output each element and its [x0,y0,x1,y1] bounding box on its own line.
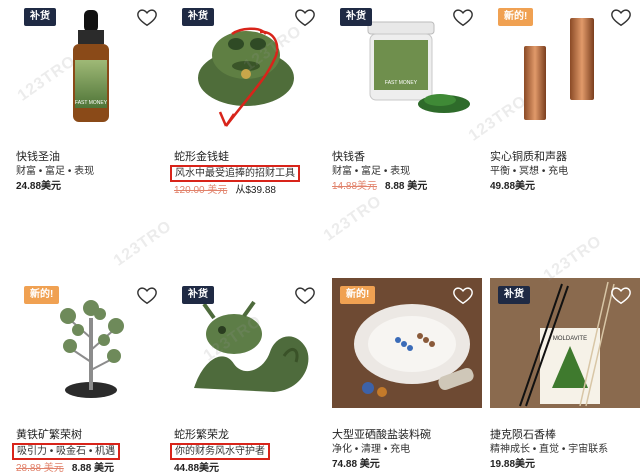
product-name[interactable]: 黄铁矿繁荣树 [16,428,166,442]
restock-badge: 补货 [24,8,56,26]
product-price: 49.88美元 [490,180,640,193]
product-image[interactable]: MOLDAVITE 补货 [490,278,640,408]
product-tags: 精神成长 • 直觉 • 宇宙联系 [490,444,609,455]
heart-icon[interactable] [136,284,158,306]
product-price: 14.88美元 8.88 美元 [332,180,482,193]
product-name[interactable]: 实心铜质和声器 [490,150,640,164]
heart-icon[interactable] [452,284,474,306]
product-card-fast-money-incense[interactable]: FAST MONEY 补货 快钱香 财富 • 富足 • 表现 14.88美元 8.… [332,0,482,193]
current-price: 19.88美元 [490,459,536,470]
product-name[interactable]: 捷克陨石香棒 [490,428,640,442]
product-tags: 你的财务风水守护者 [170,443,324,460]
original-price: 28.88 美元 [16,463,64,474]
product-image[interactable]: FAST MONEY 补货 [16,0,166,130]
heart-icon[interactable] [610,284,632,306]
watermark: 123TRO [320,192,386,245]
heart-icon[interactable] [610,6,632,28]
product-card-money-frog[interactable]: 补货 蛇形金钱蛙 风水中最受追捧的招财工具 120.00 美元 从$39.88 [170,0,324,197]
product-image[interactable]: 新的! [332,278,482,408]
product-price: 74.88 美元 [332,458,482,471]
current-price: 44.88美元 [174,463,220,474]
product-image[interactable]: 补货 [174,0,324,130]
product-tags: 财富 • 富足 • 表现 [332,166,411,177]
product-card-moldavite-incense[interactable]: MOLDAVITE 补货 捷克陨石香棒 精神成长 • 直觉 • 宇宙联系 19.… [490,278,640,471]
current-price: 49.88美元 [490,181,536,192]
svg-text:FAST MONEY: FAST MONEY [385,80,418,86]
restock-badge: 补货 [498,286,530,304]
restock-badge: 补货 [182,8,214,26]
watermark: 123TRO [110,217,176,270]
product-name[interactable]: 蛇形繁荣龙 [174,428,324,442]
current-price: 从$39.88 [235,185,276,196]
new-badge: 新的! [498,8,534,26]
original-price: 120.00 美元 [174,185,228,196]
restock-badge: 补货 [340,8,372,26]
highlight-box: 你的财务风水守护者 [170,443,270,460]
new-badge: 新的! [340,286,376,304]
new-badge: 新的! [24,286,60,304]
product-name[interactable]: 蛇形金钱蛙 [174,150,324,164]
product-card-selenite-bowl[interactable]: 新的! 大型亚硒酸盐装料碗 净化 • 清理 • 充电 74.88 美元 [332,278,482,471]
product-price: 24.88美元 [16,180,166,193]
heart-icon[interactable] [294,284,316,306]
highlight-box: 风水中最受追捧的招财工具 [170,165,300,182]
svg-text:FAST MONEY: FAST MONEY [75,100,108,106]
product-image[interactable]: 补货 [174,278,324,408]
svg-text:MOLDAVITE: MOLDAVITE [553,336,587,342]
product-tags: 风水中最受追捧的招财工具 [170,165,324,182]
product-image[interactable]: FAST MONEY 补货 [332,0,482,130]
heart-icon[interactable] [136,6,158,28]
product-tags: 财富 • 富足 • 表现 [16,166,95,177]
heart-icon[interactable] [294,6,316,28]
product-card-jade-dragon[interactable]: 补货 蛇形繁荣龙 你的财务风水守护者 44.88美元 [170,278,324,475]
current-price: 8.88 美元 [385,181,428,192]
product-name[interactable]: 快钱香 [332,150,482,164]
product-price: 44.88美元 [174,462,324,475]
original-price: 14.88美元 [332,181,378,192]
highlight-box: 吸引力 • 吸金石 • 机遇 [12,443,121,460]
product-name[interactable]: 大型亚硒酸盐装料碗 [332,428,482,442]
product-image[interactable]: 新的! [16,278,166,408]
product-card-fast-money-oil[interactable]: FAST MONEY 补货 快钱圣油 财富 • 富足 • 表现 24.88美元 [16,0,166,193]
current-price: 8.88 美元 [71,463,115,474]
product-image[interactable]: 新的! [490,0,640,130]
product-price: 120.00 美元 从$39.88 [174,184,324,197]
current-price: 24.88美元 [16,181,62,192]
product-name[interactable]: 快钱圣油 [16,150,166,164]
restock-badge: 补货 [182,286,214,304]
product-tags: 平衡 • 冥想 • 充电 [490,166,569,177]
current-price: 74.88 美元 [332,459,380,470]
product-tags: 吸引力 • 吸金石 • 机遇 [12,443,166,460]
product-card-pyrite-tree[interactable]: 新的! 黄铁矿繁荣树 吸引力 • 吸金石 • 机遇 28.88 美元 8.88 美… [12,278,166,475]
product-price: 28.88 美元 8.88 美元 [16,462,166,475]
heart-icon[interactable] [452,6,474,28]
product-grid: FAST MONEY 补货 快钱圣油 财富 • 富足 • 表现 24.88美元 [0,0,640,475]
product-tags: 净化 • 清理 • 充电 [332,444,411,455]
product-price: 19.88美元 [490,458,640,471]
product-card-copper-harmonizer[interactable]: 新的! 实心铜质和声器 平衡 • 冥想 • 充电 49.88美元 [490,0,640,193]
